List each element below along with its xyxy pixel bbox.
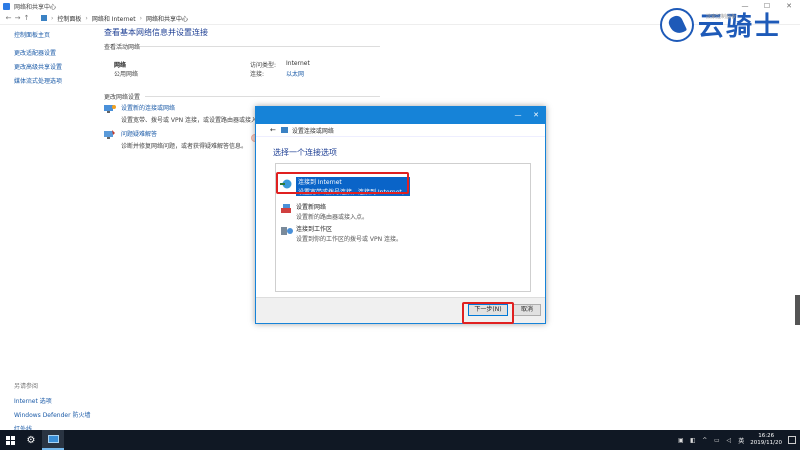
taskbar: ⚙ ▣ ◧ ^ ▭ ◁ 英 16:26 2019/11/20 xyxy=(0,430,800,450)
option-new-network[interactable]: 设置新网络 设置新的路由器或接入点。 xyxy=(280,202,368,221)
tray-chevron-icon[interactable]: ^ xyxy=(700,437,709,444)
task-new-connection[interactable]: 设置新的连接或网络 设置宽带、拨号或 VPN 连接，或设置路由器或接入点。 xyxy=(104,103,269,124)
network-setup-icon xyxy=(104,105,116,113)
control-panel-icon xyxy=(47,435,59,443)
back-arrow-icon[interactable]: ← xyxy=(270,126,276,134)
knight-logo-icon xyxy=(659,7,694,42)
sidebar-item-adapter[interactable]: 更改适配器设置 xyxy=(14,48,94,57)
option-title: 连接到工作区 xyxy=(296,226,333,233)
control-panel-icon xyxy=(41,15,47,21)
crumb-control-panel[interactable]: 控制面板 xyxy=(57,14,81,23)
divider xyxy=(145,96,380,97)
dialog-heading: 选择一个连接选项 xyxy=(273,148,337,157)
active-networks-label: 查看活动网络 xyxy=(104,44,141,51)
dialog-minimize-button[interactable]: — xyxy=(509,107,527,124)
access-type-value: Internet xyxy=(286,60,310,67)
notification-icon[interactable] xyxy=(788,436,796,444)
task-new-connection-title[interactable]: 设置新的连接或网络 xyxy=(121,103,269,112)
see-also-internet-options[interactable]: Internet 选项 xyxy=(14,396,90,405)
crumb-network-internet[interactable]: 网络和 Internet xyxy=(92,14,136,23)
forward-arrow-icon[interactable]: → xyxy=(13,14,22,22)
input-language[interactable]: 英 xyxy=(738,436,744,445)
sidebar-item-sharing[interactable]: 更改高级共享设置 xyxy=(14,62,94,71)
tray-app-icon[interactable]: ◧ xyxy=(688,437,697,444)
connections-row: 连接: 以太网 xyxy=(250,69,304,78)
access-type-label: 访问类型: xyxy=(250,62,277,69)
dialog-header: ← 设置连接或网络 xyxy=(256,124,545,137)
network-setup-icon xyxy=(280,127,288,133)
network-name: 网络 xyxy=(114,62,127,69)
dialog-title: 设置连接或网络 xyxy=(291,127,334,135)
task-new-connection-desc: 设置宽带、拨号或 VPN 连接，或设置路由器或接入点。 xyxy=(121,117,270,124)
ethernet-link[interactable]: 以太网 xyxy=(286,69,304,78)
access-type-row: 访问类型: Internet xyxy=(250,60,310,69)
option-desc: 设置新的路由器或接入点。 xyxy=(296,214,369,221)
workplace-icon xyxy=(281,227,293,235)
option-workplace[interactable]: 连接到工作区 设置到你的工作区的拨号或 VPN 连接。 xyxy=(280,224,402,243)
window-title: 网络和共享中心 xyxy=(14,3,57,11)
system-tray: ▣ ◧ ^ ▭ ◁ 英 16:26 2019/11/20 xyxy=(676,430,796,450)
page-title: 查看基本网络信息并设置连接 xyxy=(104,28,208,37)
option-desc: 设置到你的工作区的拨号或 VPN 连接。 xyxy=(296,236,403,243)
taskbar-control-panel[interactable] xyxy=(42,430,64,450)
see-also-firewall[interactable]: Windows Defender 防火墙 xyxy=(14,410,90,419)
highlight-option-box xyxy=(276,172,409,194)
divider xyxy=(140,46,380,47)
tray-image-icon[interactable]: ▣ xyxy=(676,437,685,444)
dialog-title-bar: — ✕ xyxy=(256,107,545,124)
see-also-header: 另请参阅 xyxy=(14,383,39,390)
windows-logo-icon xyxy=(5,435,15,445)
side-tab xyxy=(795,295,800,325)
network-icon[interactable]: ▭ xyxy=(712,437,721,444)
search-input[interactable]: 搜索控制面板 xyxy=(706,13,736,20)
clock[interactable]: 16:26 2019/11/20 xyxy=(750,433,782,447)
clock-time: 16:26 xyxy=(758,433,775,439)
sidebar: 控制面板主页 更改适配器设置 更改高级共享设置 媒体流式处理选项 xyxy=(14,30,94,90)
task-troubleshoot-title[interactable]: 问题疑难解答 xyxy=(121,129,247,138)
sidebar-item-home[interactable]: 控制面板主页 xyxy=(14,30,94,39)
back-arrow-icon[interactable]: ← xyxy=(4,14,13,22)
breadcrumb: › 控制面板 › 网络和 Internet › 网络和共享中心 xyxy=(41,14,192,23)
watermark-name: 云骑士 xyxy=(697,12,782,42)
option-title: 设置新网络 xyxy=(296,204,327,211)
task-troubleshoot-desc: 诊断并修复网络问题，或者获得疑难解答信息。 xyxy=(121,143,248,150)
troubleshoot-icon xyxy=(104,130,115,139)
watermark-logo: 云骑士 xyxy=(659,6,782,43)
cancel-button[interactable]: 取消 xyxy=(513,304,541,316)
crumb-network-center[interactable]: 网络和共享中心 xyxy=(146,14,188,23)
volume-icon[interactable]: ◁ xyxy=(724,437,733,444)
clock-date: 2019/11/20 xyxy=(750,440,782,446)
setup-connection-dialog: — ✕ ← 设置连接或网络 选择一个连接选项 连接到 Internet 设置宽带… xyxy=(255,106,546,324)
up-arrow-icon[interactable]: ↑ xyxy=(22,14,31,22)
connections-label: 连接: xyxy=(250,71,265,78)
sidebar-item-media[interactable]: 媒体流式处理选项 xyxy=(14,76,94,85)
dialog-close-button[interactable]: ✕ xyxy=(527,107,545,124)
settings-gear-icon[interactable]: ⚙ xyxy=(20,430,42,450)
network-type: 公用网络 xyxy=(114,71,139,78)
start-button[interactable] xyxy=(0,430,20,450)
router-icon xyxy=(281,204,291,213)
change-settings-label: 更改网络设置 xyxy=(104,94,141,101)
highlight-next-box xyxy=(462,302,514,324)
network-center-icon xyxy=(3,2,10,10)
task-troubleshoot[interactable]: 问题疑难解答 诊断并修复网络问题，或者获得疑难解答信息。 xyxy=(104,129,247,150)
